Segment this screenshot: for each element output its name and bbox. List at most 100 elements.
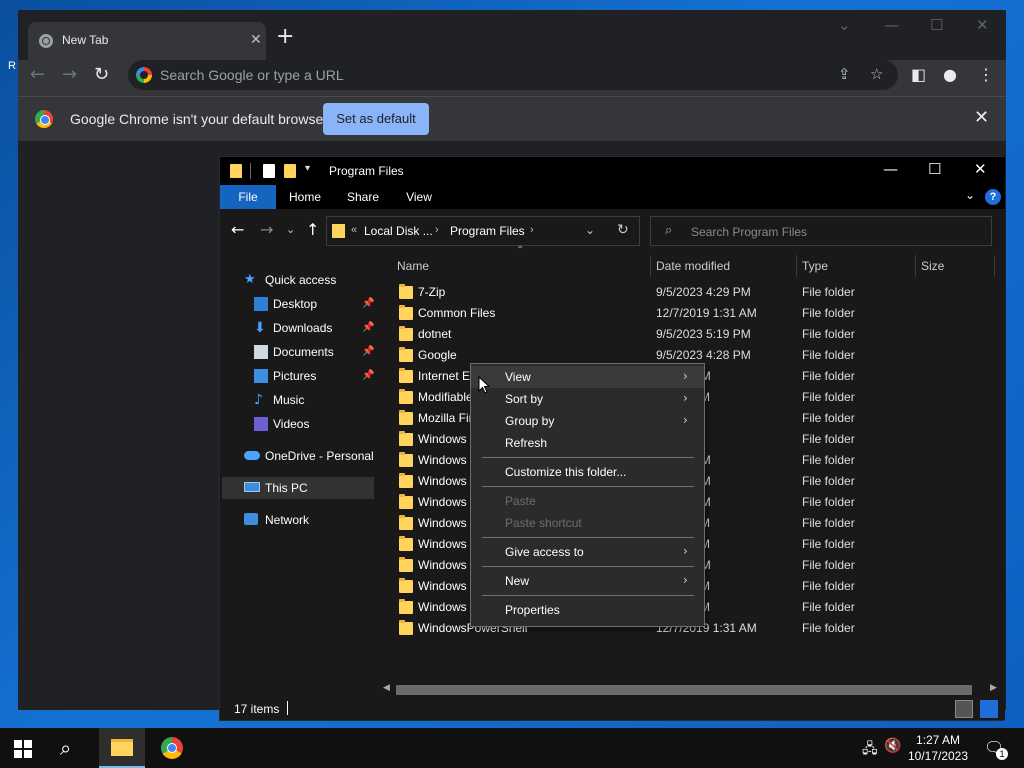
file-name: Windows	[418, 495, 467, 509]
maximize-button[interactable]: ☐	[930, 16, 943, 34]
menu-item-sort-by[interactable]: Sort by ›	[471, 388, 704, 410]
nav-downloads[interactable]: ⬇ Downloads 📌	[220, 317, 378, 339]
nav-quick-access[interactable]: ★ Quick access	[220, 269, 378, 291]
explorer-close-button[interactable]: ✕	[974, 160, 987, 178]
details-view-icon[interactable]	[955, 700, 973, 718]
menu-item-refresh[interactable]: Refresh	[471, 432, 704, 454]
menu-item-paste: Paste	[471, 490, 704, 512]
search-box[interactable]: ⌕ Search Program Files	[650, 216, 992, 246]
profile-icon[interactable]: ●	[943, 65, 957, 84]
nav-documents[interactable]: Documents 📌	[220, 341, 378, 363]
scroll-left-arrow-icon[interactable]: ◀	[383, 683, 390, 693]
properties-icon[interactable]	[263, 164, 275, 178]
address-box[interactable]: « Local Disk ... › Program Files › ⌄ ↻	[326, 216, 640, 246]
address-bar-row: ← → ⌄ ↑ « Local Disk ... › Program Files…	[220, 209, 1005, 253]
menu-item-customize[interactable]: Customize this folder...	[471, 461, 704, 483]
volume-muted-icon[interactable]: 🔇	[884, 738, 901, 754]
clock[interactable]: 1:27 AM 10/17/2023	[903, 732, 973, 764]
new-folder-icon[interactable]	[284, 164, 296, 178]
file-row[interactable]: 7-Zip 9/5/2023 4:29 PM File folder	[378, 282, 998, 303]
reload-button[interactable]: ↻	[94, 64, 109, 85]
folder-icon	[399, 620, 413, 635]
help-icon[interactable]: ?	[985, 189, 1001, 205]
nav-onedrive[interactable]: OneDrive - Personal	[220, 445, 378, 467]
breadcrumb-program-files[interactable]: Program Files	[450, 224, 525, 238]
ribbon-tab-share[interactable]: Share	[340, 185, 386, 209]
ribbon-tab-home[interactable]: Home	[282, 185, 328, 209]
explorer-titlebar: ▾ Program Files — ☐ ✕	[220, 157, 1005, 185]
expand-ribbon-chevron-icon[interactable]: ⌄	[965, 188, 975, 202]
nav-pictures[interactable]: Pictures 📌	[220, 365, 378, 387]
tab-close-icon[interactable]: ✕	[250, 31, 262, 48]
file-type: File folder	[802, 411, 855, 425]
nav-desktop[interactable]: Desktop 📌	[220, 293, 378, 315]
file-name: Windows	[418, 600, 467, 614]
windows-logo-icon	[14, 750, 22, 758]
bookmark-star-icon[interactable]: ☆	[870, 65, 883, 83]
nav-music[interactable]: ♪ Music	[220, 389, 378, 411]
explorer-maximize-button[interactable]: ☐	[928, 160, 941, 178]
nav-network[interactable]: Network	[220, 509, 378, 531]
horizontal-scrollbar[interactable]: ◀ ▶	[378, 681, 1005, 698]
menu-item-group-by[interactable]: Group by ›	[471, 410, 704, 432]
menu-item-properties[interactable]: Properties	[471, 599, 704, 621]
column-divider[interactable]	[994, 255, 995, 277]
submenu-arrow-icon: ›	[683, 413, 688, 427]
column-divider[interactable]	[650, 255, 651, 277]
minimize-button[interactable]: —	[884, 16, 899, 34]
file-type: File folder	[802, 306, 855, 320]
file-row[interactable]: Common Files 12/7/2019 1:31 AM File folder	[378, 303, 998, 324]
column-divider[interactable]	[915, 255, 916, 277]
column-header-type[interactable]: Type	[802, 253, 912, 279]
up-button[interactable]: ↑	[306, 220, 319, 239]
breadcrumb-chevron-icon[interactable]: ›	[435, 224, 439, 236]
breadcrumb-overflow[interactable]: «	[351, 224, 357, 236]
address-dropdown-icon[interactable]: ⌄	[585, 223, 595, 237]
chrome-tab-new-tab[interactable]: New Tab ✕	[28, 22, 266, 60]
nav-videos[interactable]: Videos	[220, 413, 378, 435]
column-header-size[interactable]: Size	[921, 253, 991, 279]
taskbar-chrome[interactable]	[149, 728, 195, 768]
infobar-close-icon[interactable]: ✕	[974, 107, 989, 128]
column-divider[interactable]	[796, 255, 797, 277]
file-date-modified: 9/5/2023 4:28 PM	[656, 348, 751, 362]
menu-item-give-access[interactable]: Give access to ›	[471, 541, 704, 563]
ribbon-tab-view[interactable]: View	[396, 185, 442, 209]
tab-search-icon[interactable]: ⌄	[838, 16, 851, 34]
menu-kebab-icon[interactable]: ⋮	[978, 65, 994, 84]
explorer-forward-button[interactable]: →	[260, 220, 273, 239]
breadcrumb-chevron-icon[interactable]: ›	[530, 224, 534, 236]
ribbon-tab-file[interactable]: File	[220, 185, 276, 209]
large-icons-view-icon[interactable]	[980, 700, 998, 718]
recent-locations-icon[interactable]: ⌄	[286, 223, 295, 236]
omnibox[interactable]: Search Google or type a URL ⇪ ☆	[128, 60, 898, 90]
column-header-name[interactable]: Name	[397, 253, 647, 279]
new-tab-button[interactable]: +	[276, 24, 294, 49]
side-panel-icon[interactable]: ◧	[911, 65, 926, 84]
scroll-right-arrow-icon[interactable]: ▶	[990, 683, 997, 693]
quick-access-toolbar-dropdown-icon[interactable]: ▾	[305, 163, 310, 174]
share-icon[interactable]: ⇪	[838, 65, 851, 83]
set-as-default-button[interactable]: Set as default	[323, 103, 429, 135]
explorer-back-button[interactable]: ←	[231, 220, 244, 239]
breadcrumb-local-disk[interactable]: Local Disk ...	[364, 224, 433, 238]
item-count: 17 items	[234, 702, 280, 716]
network-status-icon[interactable]: 🖧	[862, 738, 878, 762]
scrollbar-thumb[interactable]	[396, 685, 972, 695]
file-name: Windows	[418, 558, 467, 572]
forward-button[interactable]: →	[62, 64, 77, 85]
close-window-button[interactable]: ✕	[976, 16, 989, 34]
menu-item-view[interactable]: View ›	[471, 366, 704, 388]
file-row[interactable]: dotnet 9/5/2023 5:19 PM File folder	[378, 324, 998, 345]
refresh-icon[interactable]: ↻	[617, 222, 629, 238]
explorer-minimize-button[interactable]: —	[883, 160, 898, 178]
start-button[interactable]	[14, 740, 32, 758]
taskbar-file-explorer[interactable]	[99, 728, 145, 768]
nav-this-pc[interactable]: This PC	[222, 477, 374, 499]
taskbar-search-icon[interactable]: ⌕	[60, 736, 71, 760]
file-name: Mozilla Fir	[418, 411, 473, 425]
explorer-title: Program Files	[329, 164, 404, 178]
column-header-date-modified[interactable]: Date modified	[656, 253, 796, 279]
back-button[interactable]: ←	[30, 64, 45, 85]
menu-item-new[interactable]: New ›	[471, 570, 704, 592]
